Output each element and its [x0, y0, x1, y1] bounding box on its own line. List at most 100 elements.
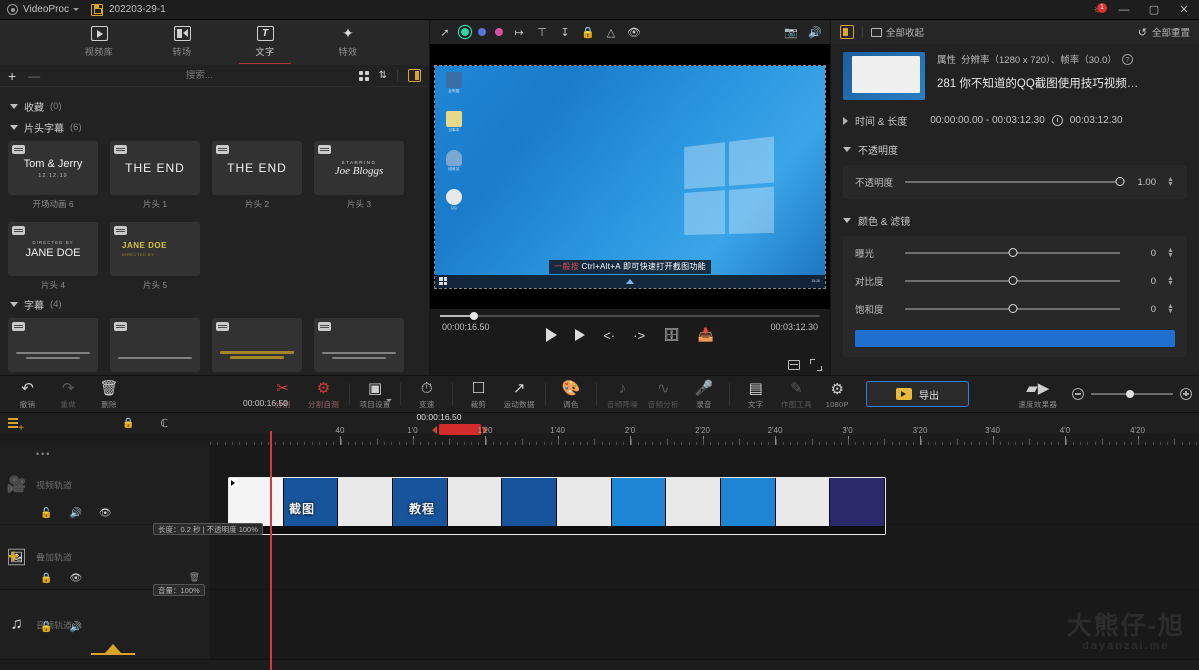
library-content[interactable]: 收藏 (0) 片头字幕 (6) Tom & Jerry 12.12.19 开场动…: [0, 87, 429, 375]
delete-button[interactable]: 🗑 删除: [89, 379, 130, 410]
text-tool-button[interactable]: ▤ 文字: [735, 379, 776, 410]
time-duration-section[interactable]: 时间 & 长度 00:00:00.00 - 00:03:12.30 00:03:…: [843, 113, 1187, 128]
close-button[interactable]: ✕: [1169, 0, 1199, 20]
opacity-slider-handle[interactable]: [1115, 177, 1125, 187]
color-filter-section-header[interactable]: 颜色 & 滤镜: [843, 213, 1187, 228]
opacity-stepper[interactable]: ▲ ▼: [1166, 176, 1175, 188]
video-clip-strip[interactable]: 截图 教程: [228, 477, 886, 535]
track-audio[interactable]: ♫ 音频轨道 🔓 🔊 音量：100%: [0, 584, 1199, 660]
grid-view-icon[interactable]: [358, 70, 369, 81]
volume-icon[interactable]: 🔊: [69, 622, 81, 633]
crop-button[interactable]: ☐ 裁剪: [458, 379, 499, 410]
fullscreen-icon[interactable]: [810, 359, 822, 371]
reset-all-button[interactable]: ↺ 全部重置: [1138, 25, 1190, 40]
unlock-icon[interactable]: 🔓: [40, 622, 52, 633]
playhead-handle[interactable]: 00:00:16.50: [417, 412, 488, 435]
green-dot-icon[interactable]: [461, 28, 469, 36]
anchor-icon[interactable]: △: [604, 25, 618, 39]
next-frame-icon[interactable]: ·>: [633, 328, 645, 343]
opacity-slider-track[interactable]: [905, 177, 1125, 187]
remove-button[interactable]: —: [28, 70, 40, 82]
play-icon[interactable]: [546, 328, 558, 342]
lock-icon[interactable]: 🔒: [122, 418, 134, 429]
template-item[interactable]: 字幕 4: [314, 318, 404, 375]
template-item[interactable]: JANE DOE DIRECTED BY 片头 5: [110, 222, 200, 291]
saturation-slider-track[interactable]: [905, 304, 1120, 314]
exposure-slider-handle[interactable]: [1008, 248, 1017, 258]
tab-transition[interactable]: 转场: [158, 20, 206, 58]
eye-icon[interactable]: 👁: [99, 508, 112, 519]
volume-icon[interactable]: 🔊: [808, 25, 822, 39]
aspect-ratio-icon[interactable]: [788, 360, 800, 370]
align-right-icon[interactable]: ↧: [558, 25, 572, 39]
color-button[interactable]: 🎨 调色: [550, 379, 591, 410]
record-button[interactable]: 🎤 录音: [684, 379, 725, 410]
eye-icon[interactable]: 👁: [627, 25, 641, 39]
cursor-icon[interactable]: ➚: [438, 25, 452, 39]
align-left-icon[interactable]: ↦: [512, 25, 526, 39]
camera-icon[interactable]: 📷: [784, 25, 798, 39]
saturation-stepper[interactable]: ▲ ▼: [1166, 303, 1175, 315]
template-item[interactable]: THE END 片头 2: [212, 141, 302, 210]
template-item[interactable]: DIRECTED BY JANE DOE 片头 4: [8, 222, 98, 291]
preview-scrubber[interactable]: [430, 309, 830, 323]
lock-icon[interactable]: 🔒: [40, 573, 52, 584]
template-item[interactable]: 字幕 1: [8, 318, 98, 375]
sort-icon[interactable]: ⇅: [379, 70, 387, 81]
lock-icon[interactable]: 🔒: [581, 25, 595, 39]
magnet-icon[interactable]: ℂ: [160, 417, 168, 430]
track-body[interactable]: 截图 教程 长度：0.2 秒 | 不透明度 100%: [153, 477, 1199, 589]
play-frame-icon[interactable]: [575, 329, 586, 341]
maximize-button[interactable]: ▢: [1139, 0, 1169, 20]
audio-denoise-button[interactable]: ♪ 音频降噪: [602, 379, 643, 410]
exposure-stepper[interactable]: ▲ ▼: [1166, 247, 1175, 259]
saturation-slider-handle[interactable]: [1008, 304, 1017, 314]
blue-dot-icon[interactable]: [478, 28, 486, 36]
auto-split-button[interactable]: ⚙ 分割自测: [303, 379, 344, 410]
search-input[interactable]: [139, 70, 260, 81]
notification-bell-icon[interactable]: ☼ 1: [1089, 0, 1109, 20]
section-subtitles[interactable]: 字幕 (4): [10, 297, 421, 312]
exposure-slider-track[interactable]: [905, 248, 1120, 258]
audio-analyze-button[interactable]: ∿ 音频分析: [643, 379, 684, 410]
timeline-ruler[interactable]: 00:00:16.50 40 1'0 1'20 1'40 2'0 2'20 2'40 3'0 3…: [210, 412, 1199, 445]
tab-text[interactable]: T 文字: [239, 20, 291, 64]
apply-preset-button[interactable]: [855, 330, 1175, 347]
template-item[interactable]: THE END 片头 1: [110, 141, 200, 210]
zoom-in-button[interactable]: [1180, 388, 1193, 400]
track-header[interactable]: ••• 🎥 视频轨道 🔓 🔊 👁: [0, 445, 210, 524]
speed-ramp-button[interactable]: ▰▶ 速度效果器: [1017, 379, 1058, 410]
speed-button[interactable]: ⏱ 变速: [406, 379, 447, 410]
snapshot-icon[interactable]: 🗄: [663, 327, 680, 343]
zoom-slider-handle[interactable]: [1126, 390, 1135, 399]
contrast-slider-track[interactable]: [905, 276, 1120, 286]
eye-icon[interactable]: 👁: [69, 573, 82, 584]
undo-button[interactable]: ↶ 撤销: [7, 379, 48, 410]
unlock-icon[interactable]: 🔓: [40, 508, 52, 519]
template-item[interactable]: 字幕 3: [212, 318, 302, 375]
align-center-icon[interactable]: ⊤: [535, 25, 549, 39]
scrubber-handle[interactable]: [470, 312, 479, 320]
zoom-out-button[interactable]: [1072, 388, 1085, 400]
motion-button[interactable]: ↗ 运动数据: [499, 379, 540, 410]
section-favorites[interactable]: 收藏 (0): [10, 99, 421, 114]
add-keyframe-icon[interactable]: ✚: [8, 549, 19, 565]
tab-video-library[interactable]: 视频库: [75, 20, 123, 58]
section-opening-titles[interactable]: 片头字幕 (6): [10, 120, 421, 135]
collapse-all-button[interactable]: 全部收起: [871, 25, 924, 39]
opacity-section-header[interactable]: 不透明度: [843, 142, 1187, 157]
track-menu-icon[interactable]: •••: [36, 449, 51, 459]
chevron-down-icon[interactable]: [72, 8, 79, 11]
properties-body[interactable]: 属性 分辨率（1280 x 720）、帧率（30.0） ? 281 你不知道的Q…: [831, 44, 1199, 375]
chevron-down-icon[interactable]: [386, 398, 393, 402]
scrubber-track[interactable]: [440, 312, 820, 320]
help-icon[interactable]: ?: [1121, 53, 1133, 65]
tab-effects[interactable]: ✦ 特效: [324, 20, 372, 58]
add-button[interactable]: +: [8, 69, 16, 83]
track-header[interactable]: ♫ 音频轨道 🔓 🔊: [0, 590, 210, 659]
template-item[interactable]: Tom & Jerry 12.12.19 开场动画 6: [8, 141, 98, 210]
template-item[interactable]: 字幕 2: [110, 318, 200, 375]
track-overlay[interactable]: 🖼 叠加轨道 🔒 👁 🗑 ✚ 截图 教程 长度：0.2 秒 | 不透明度 100…: [0, 477, 1199, 590]
project-settings-button[interactable]: ▣ 项目设置: [355, 379, 396, 410]
audio-keyframe-marker[interactable]: [91, 644, 135, 655]
